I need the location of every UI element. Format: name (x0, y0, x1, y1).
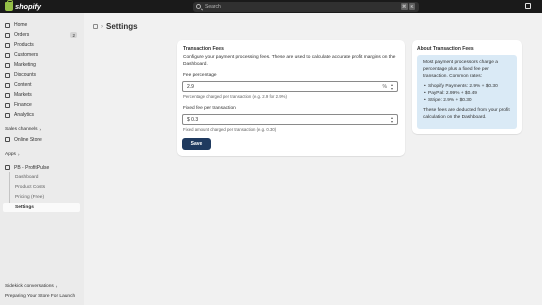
analytics-icon (5, 112, 10, 118)
sidebar-item-label: Content (14, 82, 32, 88)
logo-text: shopify (15, 2, 41, 11)
page-title: Settings (106, 22, 138, 31)
sidebar-item-app-profitpulse[interactable]: PB - ProfitPulse (3, 163, 80, 172)
sidebar-item-label: Home (14, 22, 28, 28)
sidekick-header[interactable]: Sidekick conversations › (5, 284, 57, 289)
card-description: Configure your payment processing fees. … (183, 55, 396, 67)
sidebar-item-label: Products (14, 42, 34, 48)
rate-item-stripe: Stripe: 2.9% + $0.30 (424, 97, 516, 104)
chevron-right-icon: › (17, 152, 20, 157)
products-icon (5, 42, 10, 48)
apps-header[interactable]: Apps › (5, 152, 19, 157)
info-box: Most payment processors charge a percent… (417, 55, 517, 129)
about-card-title: About Transaction Fees (417, 46, 474, 52)
search-placeholder: Search (205, 3, 221, 10)
sidebar: Home Orders 2 Products Customers Marketi… (0, 13, 84, 305)
content-icon (5, 82, 10, 88)
sidebar-subitem-dashboard[interactable]: Dashboard (15, 175, 38, 180)
sidebar-item-label: Online Store (14, 136, 42, 143)
save-button[interactable]: Save (182, 138, 211, 150)
shopify-logo[interactable]: shopify (5, 0, 41, 12)
sidekick-conversation-item[interactable]: Preparing Your Store For Launch (5, 294, 75, 299)
fixed-fee-input[interactable]: $ 0.3 (182, 114, 398, 125)
sidebar-item-marketing[interactable]: Marketing (3, 61, 80, 70)
transaction-fees-card: Transaction Fees Configure your payment … (177, 40, 405, 156)
about-transaction-fees-card: About Transaction Fees Most payment proc… (412, 40, 522, 134)
sidebar-item-content[interactable]: Content (3, 81, 80, 90)
online-store-icon (5, 137, 10, 142)
tree-line (9, 172, 10, 205)
sidebar-item-products[interactable]: Products (3, 41, 80, 50)
sidebar-item-discounts[interactable]: Discounts (3, 71, 80, 80)
stepper-icon[interactable] (391, 84, 395, 90)
sidebar-subitem-pricing[interactable]: Pricing (Free) (15, 195, 44, 200)
about-intro: Most payment processors charge a percent… (423, 60, 498, 79)
rate-item-paypal: PayPal: 2.99% + $0.49 (424, 90, 516, 97)
sidebar-item-label: Marketing (14, 62, 36, 68)
fee-percentage-help: Percentage charged per transaction (e.g.… (183, 94, 287, 99)
finance-icon (5, 102, 10, 108)
fee-percentage-input[interactable]: 2.9 % (182, 81, 398, 92)
chevron-right-icon: › (101, 23, 103, 30)
sales-channels-header[interactable]: Sales channels › (5, 127, 41, 132)
chevron-right-icon: › (39, 127, 42, 132)
app-icon (5, 165, 10, 170)
sidekick-label: Sidekick conversations (5, 284, 54, 289)
sidebar-item-label: Customers (14, 52, 39, 58)
sidebar-subitem-product-costs[interactable]: Product Costs (15, 185, 45, 190)
orders-icon (5, 32, 10, 38)
k-key: K (409, 3, 415, 10)
about-footer: These fees are deducted from your profit… (423, 108, 510, 120)
sidebar-item-label: Markets (14, 92, 32, 98)
sidebar-item-label: Finance (14, 102, 32, 108)
top-bar: shopify Search ⌘ K (0, 0, 542, 13)
app-name-label: PB - ProfitPulse (14, 164, 50, 171)
sidebar-item-markets[interactable]: Markets (3, 91, 80, 100)
sidebar-item-label: Orders (14, 32, 30, 38)
markets-icon (5, 92, 10, 98)
fee-percentage-label: Fee percentage (183, 73, 217, 78)
command-key: ⌘ (401, 3, 408, 10)
fixed-fee-value: $ 0.3 (187, 116, 199, 123)
sales-channels-label: Sales channels (5, 127, 38, 132)
card-title: Transaction Fees (183, 46, 224, 52)
app-breadcrumb-icon[interactable] (93, 24, 98, 29)
apps-label: Apps (5, 152, 16, 157)
sidebar-item-customers[interactable]: Customers (3, 51, 80, 60)
sidebar-item-orders[interactable]: Orders 2 (3, 31, 80, 40)
stepper-icon[interactable] (391, 117, 395, 123)
fixed-fee-label: Fixed fee per transaction (183, 106, 236, 111)
sidebar-item-label: Discounts (14, 72, 36, 78)
customers-icon (5, 52, 10, 58)
discounts-icon (5, 72, 10, 78)
sidebar-item-analytics[interactable]: Analytics (3, 111, 80, 120)
store-icon[interactable] (525, 3, 531, 9)
chevron-right-icon: › (55, 284, 58, 289)
shopify-bag-icon (5, 0, 13, 11)
percent-suffix: % (382, 83, 387, 90)
sidebar-item-finance[interactable]: Finance (3, 101, 80, 110)
rate-item-shopify: Shopify Payments: 2.9% + $0.30 (424, 83, 516, 90)
sidebar-item-home[interactable]: Home (3, 21, 80, 30)
fee-percentage-value: 2.9 (187, 83, 194, 90)
sidebar-subitem-settings[interactable]: Settings (15, 205, 34, 210)
orders-count-badge: 2 (70, 32, 77, 38)
search-bar[interactable]: Search ⌘ K (193, 1, 419, 12)
breadcrumb: › Settings (93, 22, 138, 31)
sidebar-item-label: Analytics (14, 112, 35, 118)
home-icon (5, 22, 10, 28)
search-icon (196, 4, 201, 9)
sidebar-item-online-store[interactable]: Online Store (3, 135, 80, 144)
rates-list: Shopify Payments: 2.9% + $0.30 PayPal: 2… (424, 83, 516, 105)
fixed-fee-help: Fixed amount charged per transaction (e.… (183, 127, 277, 132)
marketing-icon (5, 62, 10, 68)
